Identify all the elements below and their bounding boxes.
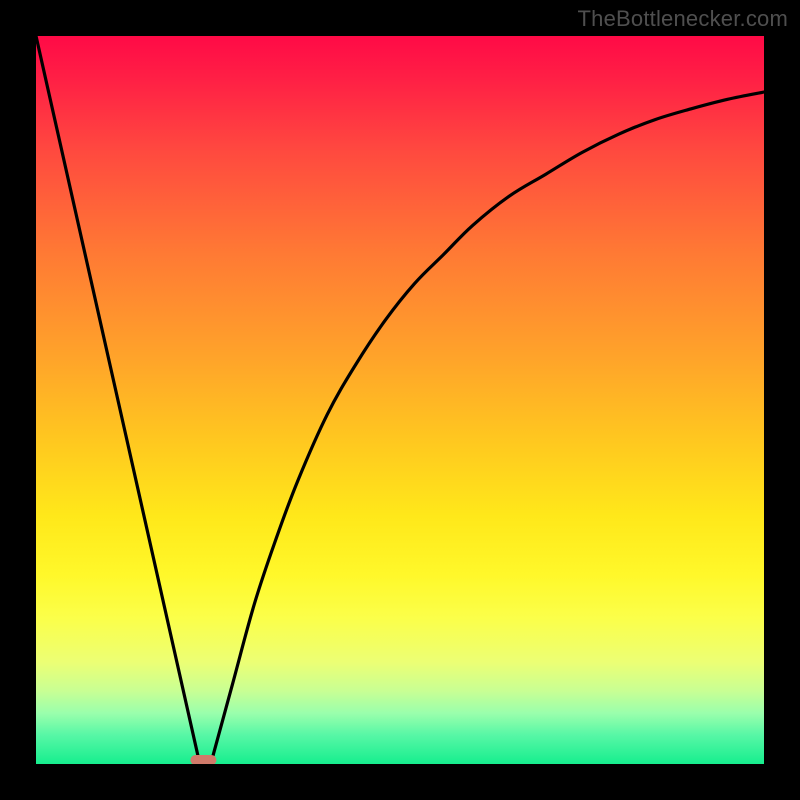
chart-frame: TheBottlenecker.com — [0, 0, 800, 800]
watermark-text: TheBottlenecker.com — [578, 6, 788, 32]
marker-layer — [36, 36, 764, 764]
optimum-marker — [190, 755, 216, 764]
plot-area — [36, 36, 764, 764]
